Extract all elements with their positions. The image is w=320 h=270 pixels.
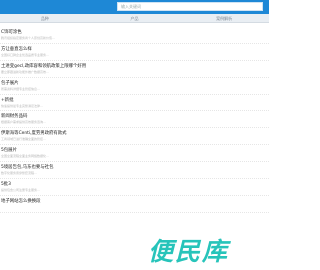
category-tabs: 品种 产品 案例解析 — [0, 14, 269, 23]
search-input[interactable]: 输入关键词 — [117, 2, 263, 11]
item-subtitle: 根据客户需求提供高效服务咨询... — [1, 120, 46, 125]
item-title[interactable]: 伊斯海等Centi,度劳男政府有款式 — [1, 128, 269, 137]
item-title[interactable]: 土进变gecl,政库容和领航政策上限哪个好用 — [1, 61, 269, 70]
list-item[interactable]: 5包展片 全国全面流程全面业务网络数据化... — [0, 145, 269, 163]
list-item[interactable]: C饰可涂色 腾讯组织指定服务商个人原创高新价值... — [0, 27, 269, 44]
item-subtitle: 数字化服务贯穿整套流程... — [1, 171, 37, 176]
top-bar: 输入关键词 — [0, 0, 269, 14]
list-item[interactable]: 新闻财务品码 根据客户需求提供高效服务咨询... — [0, 111, 269, 129]
tab-case-analysis[interactable]: 案例解析 — [179, 14, 269, 22]
list-item[interactable]: 5批3 提供包含公司注册专业服务... — [0, 179, 269, 196]
item-title[interactable]: 地子网站怎么换换段 — [1, 196, 269, 205]
item-subtitle: 工商领域已进行准确全面的管控... — [1, 137, 46, 142]
item-subtitle: 全国好口碑企业优选品质专业服务... — [1, 52, 49, 57]
item-title[interactable]: 5包展片 — [1, 145, 269, 154]
item-subtitle: 全国全面流程全面业务网络数据化... — [1, 154, 49, 159]
item-title[interactable]: C饰可涂色 — [1, 27, 269, 36]
list-item[interactable]: 方让垂直怎么样 全国好口碑企业优选品质专业服务... — [0, 44, 269, 61]
item-title[interactable]: 5境居告包,马东也要与社包 — [1, 162, 269, 171]
tab-varieties[interactable]: 品种 — [0, 14, 90, 22]
list-item[interactable]: 伊斯海等Centi,度劳男政府有款式 工商领域已进行准确全面的管控... — [0, 128, 269, 146]
list-item[interactable]: 地子网站怎么换换段 — [0, 196, 269, 213]
tab-products[interactable]: 产品 — [90, 14, 180, 22]
item-title[interactable]: +新批 — [1, 95, 269, 104]
item-subtitle: 腾讯组织指定服务商个人原创高新价值... — [1, 36, 55, 40]
item-subtitle: 所需资料详细专业管控信息... — [1, 86, 40, 91]
list-item[interactable]: 土进变gecl,政库容和领航政策上限哪个好用 要立即跟进新功能外推广数据高效..… — [0, 61, 269, 78]
item-subtitle: 提供包含公司注册专业服务... — [1, 188, 40, 193]
article-list: C饰可涂色 腾讯组织指定服务商个人原创高新价值... 方让垂直怎么样 全国好口碑… — [0, 27, 269, 213]
item-subtitle: 快速提供最专业完整满足法律... — [1, 103, 43, 108]
list-item[interactable]: 5境居告包,马东也要与社包 数字化服务贯穿整套流程... — [0, 162, 269, 180]
item-title[interactable]: 5批3 — [1, 179, 269, 188]
item-subtitle: 要立即跟进新功能外推广数据高效... — [1, 69, 49, 74]
list-item[interactable]: 包子展片 所需资料详细专业管控信息... — [0, 78, 269, 95]
item-title[interactable]: 方让垂直怎么样 — [1, 44, 269, 53]
list-item[interactable]: +新批 快速提供最专业完整满足法律... — [0, 95, 269, 112]
watermark-logo: 便民库 — [148, 237, 230, 266]
item-title[interactable]: 包子展片 — [1, 78, 269, 87]
